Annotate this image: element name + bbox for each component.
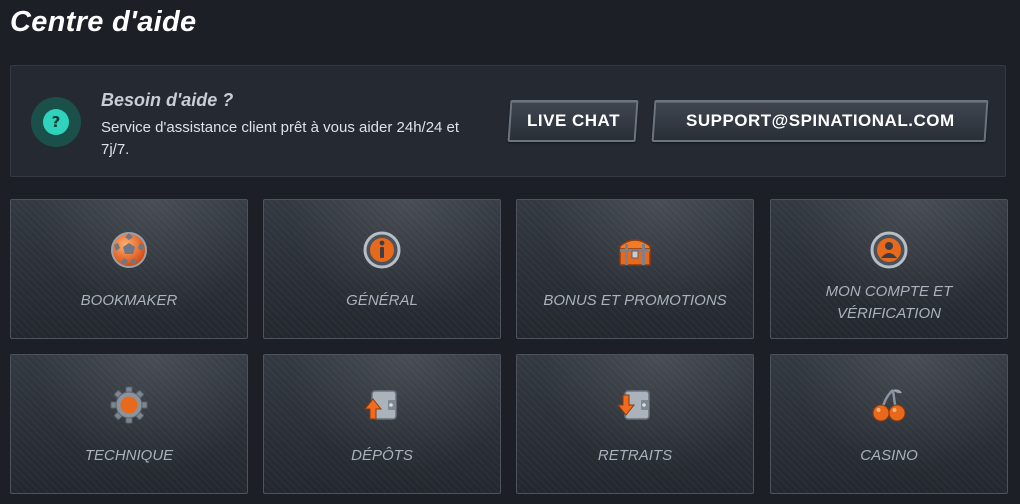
category-label: GÉNÉRAL (346, 292, 418, 309)
question-icon: ? (31, 97, 81, 147)
live-chat-label: LIVE CHAT (526, 111, 620, 130)
category-label: BONUS ET PROMOTIONS (543, 292, 727, 309)
help-banner: ? Besoin d'aide ? Service d'assistance c… (10, 65, 1006, 177)
category-label: TECHNIQUE (84, 447, 174, 464)
category-label: CASINO (860, 447, 918, 464)
deposit-wallet-icon (362, 385, 402, 425)
soccer-ball-icon (109, 230, 149, 270)
help-description: Service d'assistance client prêt à vous … (101, 119, 460, 158)
support-email-button[interactable]: SUPPORT@SPINATIONAL.COM (651, 100, 989, 142)
category-tile-withdrawals[interactable]: RETRAITS (516, 354, 754, 494)
live-chat-button[interactable]: LIVE CHAT (507, 100, 639, 142)
category-label: RETRAITS (597, 447, 673, 464)
gear-icon (109, 385, 149, 425)
category-tile-technique[interactable]: TECHNIQUE (10, 354, 248, 494)
category-tile-bookmaker[interactable]: BOOKMAKER (10, 199, 248, 339)
withdraw-wallet-icon (615, 385, 655, 425)
help-title: Besoin d'aide ? (101, 90, 234, 110)
category-label: DÉPÔTS (351, 447, 413, 464)
page-title: Centre d'aide (10, 6, 197, 38)
category-tile-casino[interactable]: CASINO (770, 354, 1008, 494)
category-label: MON COMPTE ET VÉRIFICATION (825, 283, 953, 322)
cherries-icon (869, 385, 909, 425)
info-icon (362, 230, 402, 270)
category-label: BOOKMAKER (80, 292, 178, 309)
category-tile-bonus-promotions[interactable]: BONUS ET PROMOTIONS (516, 199, 754, 339)
treasure-chest-icon (615, 230, 655, 270)
category-tile-account-verification[interactable]: MON COMPTE ET VÉRIFICATION (770, 199, 1008, 339)
support-email-label: SUPPORT@SPINATIONAL.COM (685, 111, 955, 130)
category-tile-deposits[interactable]: DÉPÔTS (263, 354, 501, 494)
category-tile-general[interactable]: GÉNÉRAL (263, 199, 501, 339)
user-account-icon (869, 230, 909, 270)
